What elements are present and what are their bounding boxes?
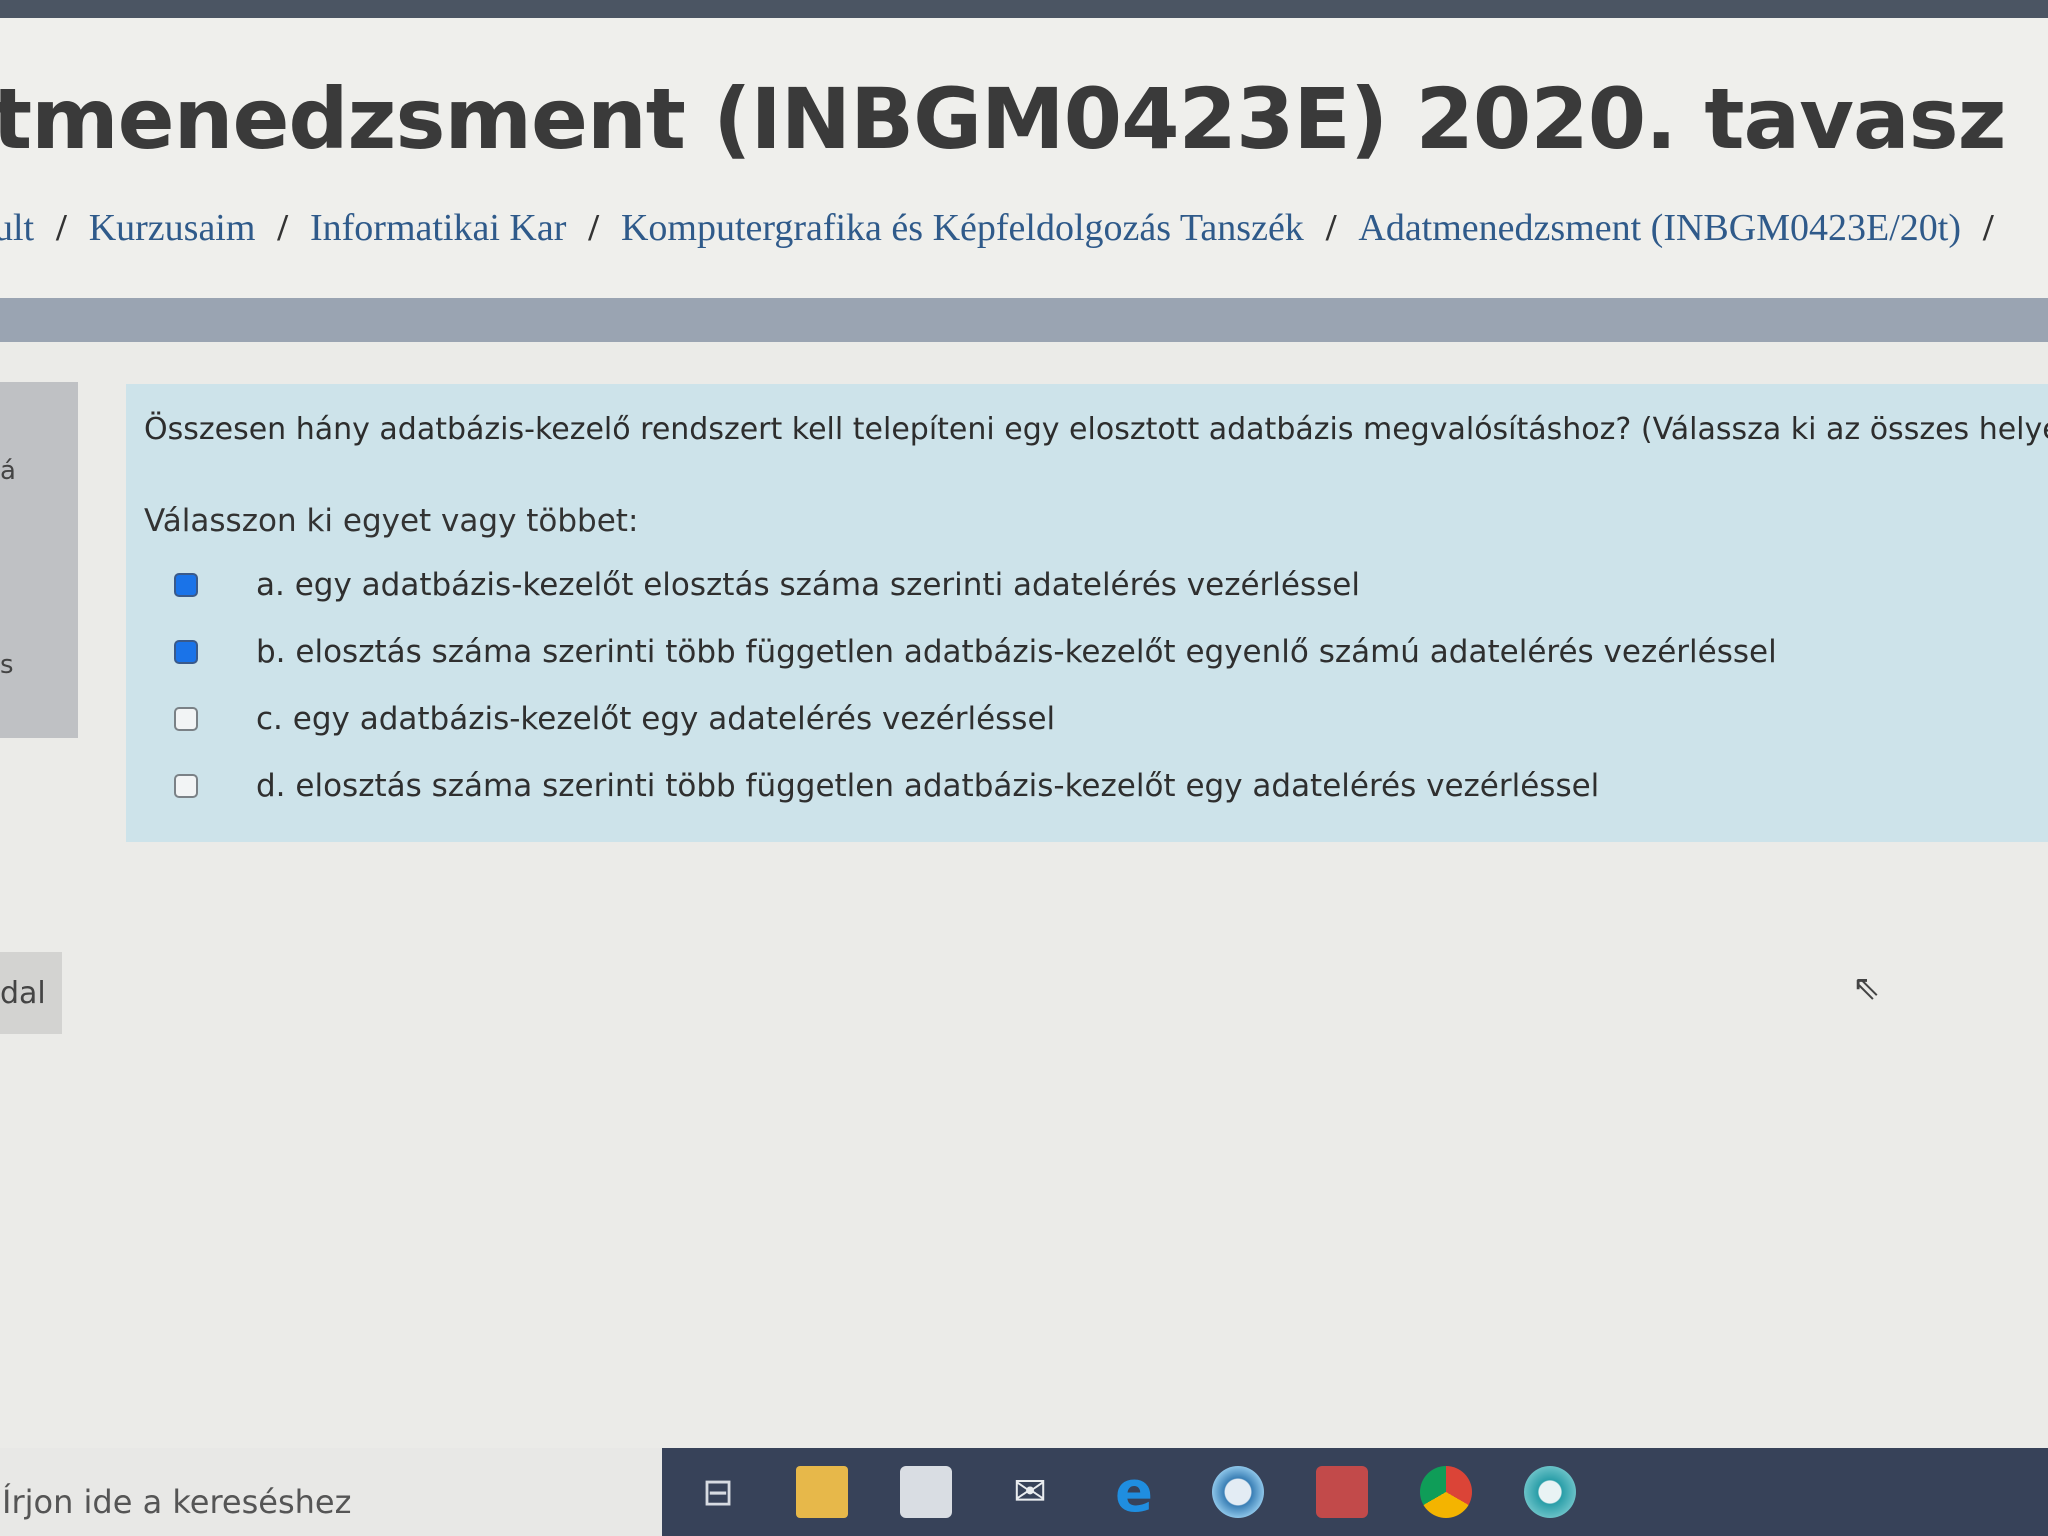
app-red-icon[interactable]: [1316, 1466, 1368, 1518]
store-icon[interactable]: [900, 1466, 952, 1518]
search-placeholder[interactable]: Írjon ide a kereséshez: [2, 1483, 351, 1521]
left-panel-button[interactable]: dal: [0, 952, 62, 1034]
chrome-icon[interactable]: [1420, 1466, 1472, 1518]
answer-option-d[interactable]: d. elosztás száma szerinti több függetle…: [144, 752, 2030, 819]
checkbox-d[interactable]: [174, 773, 198, 798]
answer-prompt: Válasszon ki egyet vagy többet:: [144, 503, 639, 539]
breadcrumb-separator: /: [277, 207, 288, 249]
question-text: Összesen hány adatbázis-kezelő rendszert…: [144, 412, 2048, 447]
task-view-icon[interactable]: ⊟: [692, 1466, 744, 1518]
answer-option-c[interactable]: c. egy adatbázis-kezelőt egy adatelérés …: [144, 685, 2030, 752]
app-teal-icon[interactable]: [1524, 1466, 1576, 1518]
checkbox-a[interactable]: [174, 572, 198, 597]
breadcrumb-separator: /: [56, 207, 67, 249]
answer-list: a. egy adatbázis-kezelőt elosztás száma …: [144, 551, 2030, 819]
file-explorer-icon[interactable]: [796, 1466, 848, 1518]
panel-text-fragment: á: [0, 456, 16, 486]
breadcrumb-separator: /: [1325, 207, 1337, 249]
mail-icon[interactable]: ✉: [1004, 1466, 1056, 1518]
top-bar: [0, 0, 2048, 18]
taskbar-icons: ⊟ ✉ e: [662, 1448, 2048, 1536]
breadcrumb-item-home[interactable]: ult: [0, 206, 34, 250]
answer-label-d[interactable]: d. elosztás száma szerinti több függetle…: [256, 768, 1599, 804]
mouse-cursor-icon: ⇖: [1852, 968, 1881, 1008]
breadcrumb-separator: /: [1982, 207, 1994, 249]
edge-icon[interactable]: e: [1108, 1460, 1160, 1525]
page-title: tmenedzsment (INBGM0423E) 2020. tavasz: [0, 70, 2007, 168]
answer-label-c[interactable]: c. egy adatbázis-kezelőt egy adatelérés …: [256, 701, 1055, 737]
panel-text-fragment: s: [0, 650, 14, 680]
question-card: Összesen hány adatbázis-kezelő rendszert…: [126, 384, 2048, 842]
app-circle-icon[interactable]: [1212, 1466, 1264, 1518]
windows-taskbar: Írjon ide a kereséshez ⊟ ✉ e: [0, 1448, 2048, 1536]
breadcrumb-item-course[interactable]: Adatmenedzsment (INBGM0423E/20t): [1358, 206, 1961, 250]
answer-option-a[interactable]: a. egy adatbázis-kezelőt elosztás száma …: [144, 551, 2030, 618]
checkbox-c[interactable]: [174, 706, 198, 731]
breadcrumb-item-courses[interactable]: Kurzusaim: [89, 206, 256, 250]
quiz-navigation-panel: á s: [0, 382, 78, 738]
breadcrumb-separator: /: [588, 207, 599, 249]
answer-label-a[interactable]: a. egy adatbázis-kezelőt elosztás száma …: [256, 567, 1360, 603]
page-header: tmenedzsment (INBGM0423E) 2020. tavasz u…: [0, 18, 2048, 298]
breadcrumb: ult / Kurzusaim / Informatikai Kar / Kom…: [0, 206, 2016, 250]
breadcrumb-item-department[interactable]: Komputergrafika és Képfeldolgozás Tanszé…: [621, 206, 1304, 250]
taskbar-search[interactable]: Írjon ide a kereséshez: [0, 1448, 662, 1536]
checkbox-b[interactable]: [174, 639, 198, 664]
header-divider: [0, 298, 2048, 342]
answer-label-b[interactable]: b. elosztás száma szerinti több függetle…: [256, 634, 1777, 670]
answer-option-b[interactable]: b. elosztás száma szerinti több függetle…: [144, 618, 2030, 685]
breadcrumb-item-faculty[interactable]: Informatikai Kar: [310, 206, 566, 250]
